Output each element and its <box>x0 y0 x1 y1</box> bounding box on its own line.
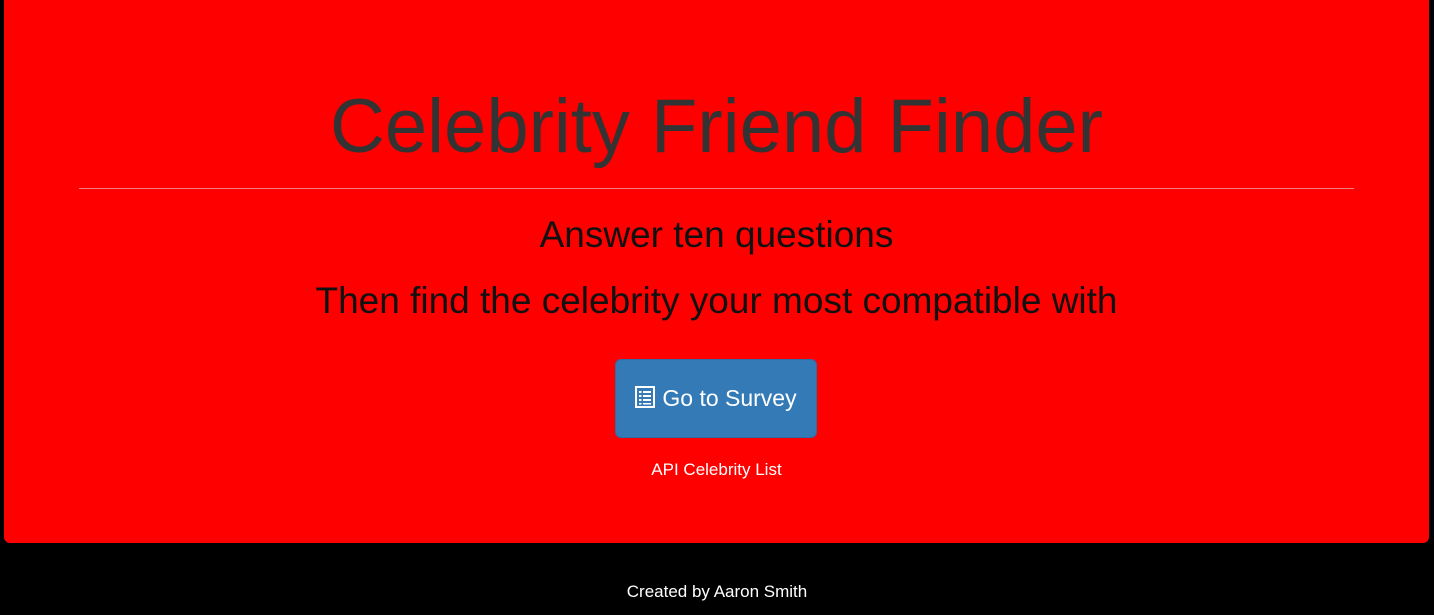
title-divider <box>79 188 1354 189</box>
api-link-row: API Celebrity List <box>4 459 1429 481</box>
subtitle-line-1: Answer ten questions <box>539 214 894 255</box>
hero-jumbotron: Celebrity Friend Finder Answer ten quest… <box>4 0 1429 543</box>
subtitle-line-2: Then find the celebrity your most compat… <box>315 280 1118 321</box>
page-title: Celebrity Friend Finder <box>330 84 1103 169</box>
api-celebrity-list-link[interactable]: API Celebrity List <box>651 460 781 479</box>
go-to-survey-button[interactable]: Go to Survey <box>615 359 817 438</box>
go-to-survey-label: Go to Survey <box>662 385 797 411</box>
footer-credit: Created by Aaron Smith <box>626 582 808 601</box>
list-alt-icon <box>635 385 656 408</box>
